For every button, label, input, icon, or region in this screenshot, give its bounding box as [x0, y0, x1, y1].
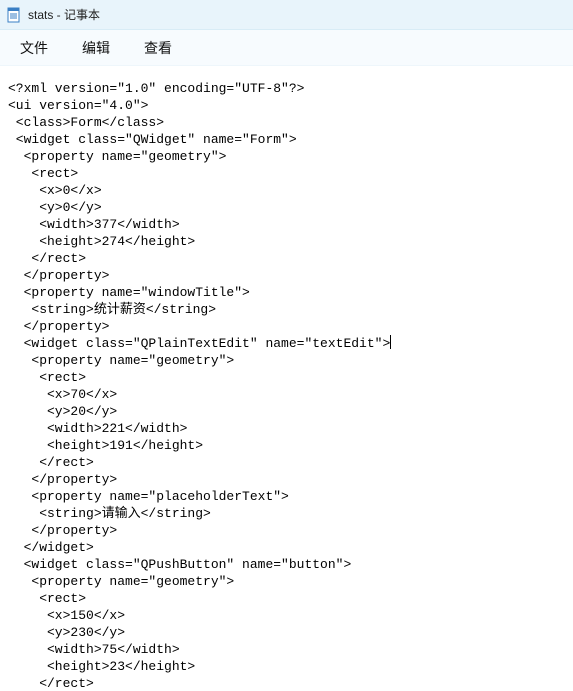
editor-line: <x>70</x> — [8, 386, 565, 403]
menu-edit[interactable]: 编辑 — [70, 34, 122, 62]
editor-line: <x>0</x> — [8, 182, 565, 199]
editor-line: <string>统计薪资</string> — [8, 301, 565, 318]
text-caret — [390, 335, 391, 349]
editor-line: </property> — [8, 267, 565, 284]
editor-line: </rect> — [8, 250, 565, 267]
editor-line: </widget> — [8, 539, 565, 556]
editor-line: </rect> — [8, 454, 565, 471]
titlebar: stats - 记事本 — [0, 0, 573, 30]
editor-line: <string>请输入</string> — [8, 505, 565, 522]
editor-line: <height>191</height> — [8, 437, 565, 454]
editor-line: </property> — [8, 318, 565, 335]
editor-line: <y>0</y> — [8, 199, 565, 216]
menu-view[interactable]: 查看 — [132, 34, 184, 62]
editor-line: <width>221</width> — [8, 420, 565, 437]
window-title: stats - 记事本 — [28, 6, 100, 23]
editor-line: </rect> — [8, 675, 565, 691]
text-editor-area[interactable]: <?xml version="1.0" encoding="UTF-8"?><u… — [0, 66, 573, 691]
editor-line: <widget class="QPushButton" name="button… — [8, 556, 565, 573]
editor-line: <class>Form</class> — [8, 114, 565, 131]
editor-line: <y>230</y> — [8, 624, 565, 641]
editor-line: <ui version="4.0"> — [8, 97, 565, 114]
editor-line: <rect> — [8, 165, 565, 182]
editor-line: <property name="windowTitle"> — [8, 284, 565, 301]
editor-line: <property name="geometry"> — [8, 148, 565, 165]
editor-line: <widget class="QWidget" name="Form"> — [8, 131, 565, 148]
editor-line: <widget class="QPlainTextEdit" name="tex… — [8, 335, 565, 352]
editor-line: <height>274</height> — [8, 233, 565, 250]
menu-file[interactable]: 文件 — [8, 34, 60, 62]
editor-line: <height>23</height> — [8, 658, 565, 675]
notepad-icon — [6, 7, 22, 23]
editor-line: <x>150</x> — [8, 607, 565, 624]
editor-line: <property name="placeholderText"> — [8, 488, 565, 505]
editor-line: <width>75</width> — [8, 641, 565, 658]
editor-line: <rect> — [8, 369, 565, 386]
editor-line: <rect> — [8, 590, 565, 607]
editor-line: <y>20</y> — [8, 403, 565, 420]
editor-line: <?xml version="1.0" encoding="UTF-8"?> — [8, 80, 565, 97]
editor-line: </property> — [8, 522, 565, 539]
editor-line: </property> — [8, 471, 565, 488]
editor-line: <property name="geometry"> — [8, 573, 565, 590]
editor-line: <property name="geometry"> — [8, 352, 565, 369]
menubar: 文件 编辑 查看 — [0, 30, 573, 66]
editor-line: <width>377</width> — [8, 216, 565, 233]
